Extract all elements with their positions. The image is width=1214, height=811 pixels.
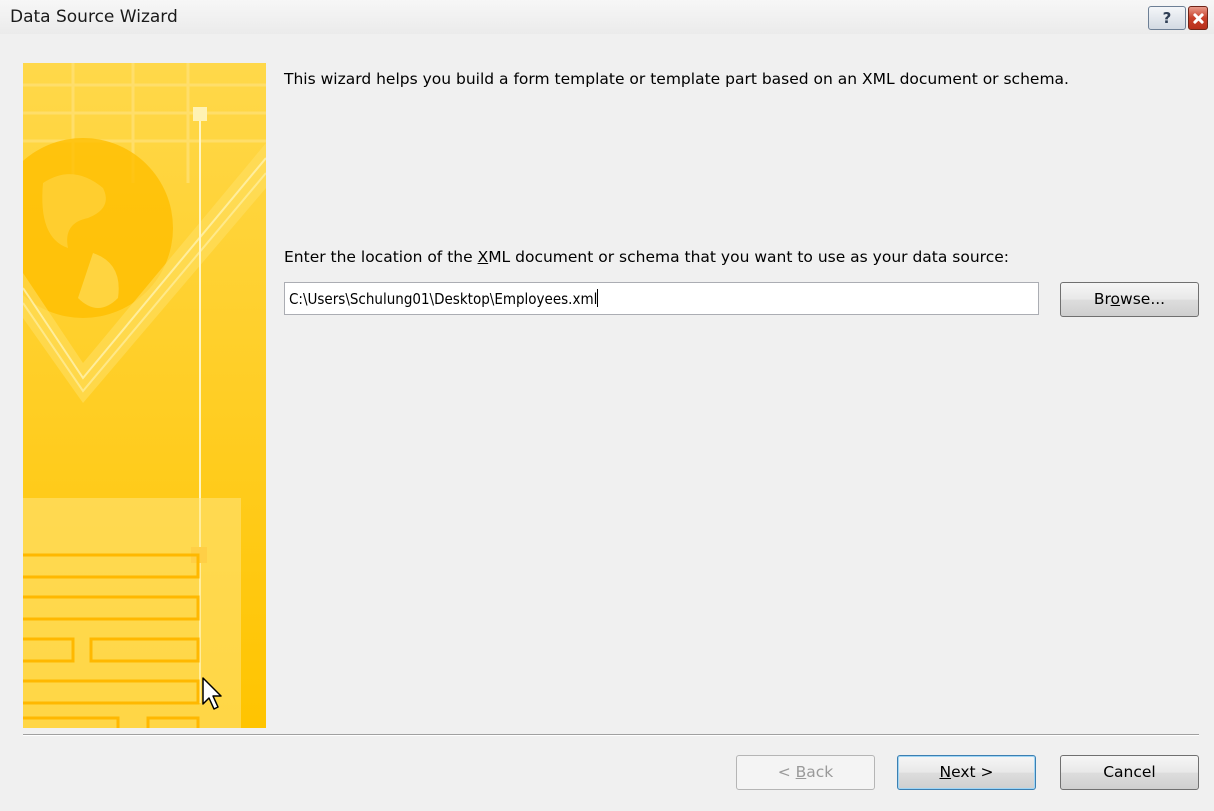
back-button[interactable]: < Back <box>736 755 875 790</box>
window-title: Data Source Wizard <box>10 7 178 27</box>
location-prompt-label: Enter the location of the XML document o… <box>284 248 1009 266</box>
wizard-banner-image <box>23 63 266 728</box>
title-bar: Data Source Wizard ? <box>0 0 1214 34</box>
close-button[interactable] <box>1188 6 1208 30</box>
wizard-description: This wizard helps you build a form templ… <box>284 70 1069 88</box>
xml-location-value: C:\Users\Schulung01\Desktop\Employees.xm… <box>289 290 598 308</box>
help-button[interactable]: ? <box>1148 6 1186 30</box>
footer-separator <box>23 734 1199 736</box>
xml-location-input[interactable]: C:\Users\Schulung01\Desktop\Employees.xm… <box>284 282 1039 315</box>
cancel-button[interactable]: Cancel <box>1060 755 1199 790</box>
help-icon: ? <box>1162 9 1172 27</box>
mouse-pointer-icon <box>202 677 222 710</box>
browse-button[interactable]: Browse... <box>1060 282 1199 317</box>
text-caret <box>597 289 599 307</box>
next-button[interactable]: Next > <box>897 755 1036 790</box>
